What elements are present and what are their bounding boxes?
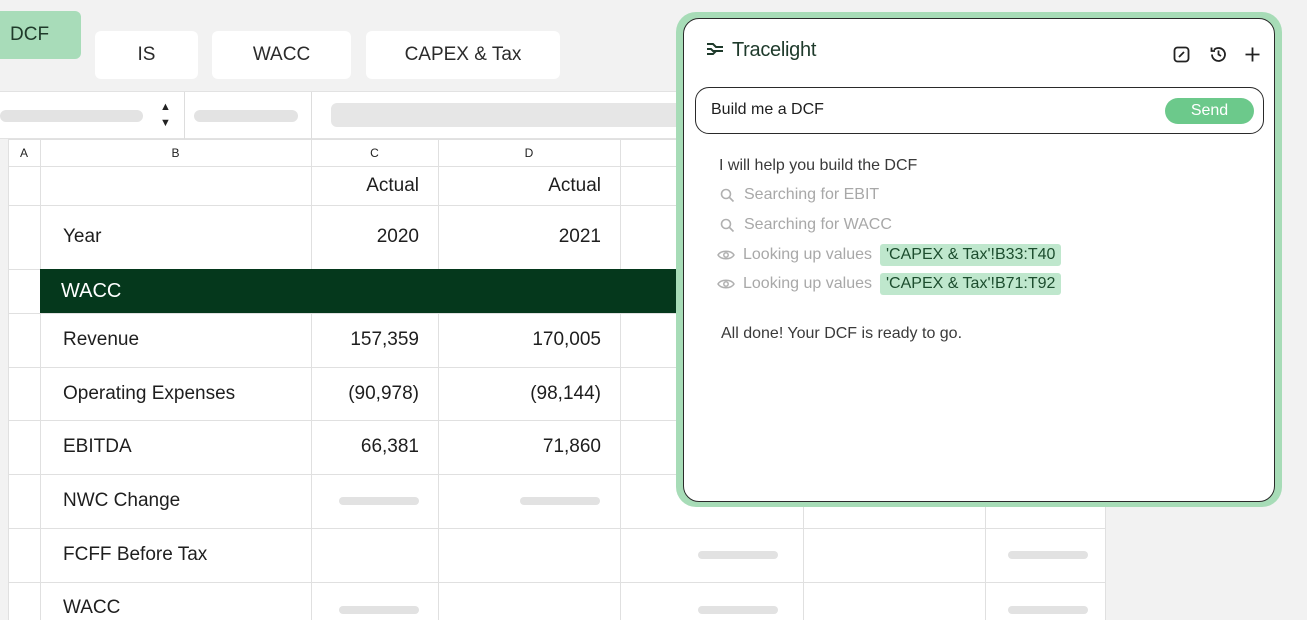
tab-wacc[interactable]: WACC — [212, 31, 351, 79]
loading-placeholder — [339, 497, 419, 505]
cell-c-operating-expenses[interactable]: (90,978) — [311, 367, 438, 420]
stepper-up-icon[interactable]: ▲ — [160, 99, 171, 115]
row-label-year[interactable]: Year — [40, 205, 311, 269]
loading-placeholder — [1008, 606, 1088, 614]
search-icon — [718, 186, 736, 204]
name-box[interactable] — [0, 110, 143, 122]
cell-d-ebitda[interactable]: 71,860 — [438, 420, 620, 474]
cell-c-year[interactable]: 2020 — [311, 205, 438, 269]
loading-placeholder — [339, 606, 419, 614]
row-stepper[interactable]: ▲ ▼ — [160, 99, 171, 131]
brand-name: Tracelight — [732, 39, 817, 61]
font-size-box[interactable] — [194, 110, 298, 122]
tab-is[interactable]: IS — [95, 31, 198, 79]
range-chip[interactable]: 'CAPEX & Tax'!B71:T92 — [879, 273, 1062, 295]
step-searching-wacc: Searching for WACC — [718, 216, 892, 234]
loading-placeholder — [1008, 551, 1088, 559]
edit-icon[interactable] — [1170, 43, 1192, 65]
step-lookup-1: Looking up values 'CAPEX & Tax'!B33:T40 — [717, 244, 1062, 266]
row-label-ebitda[interactable]: EBITDA — [40, 420, 311, 474]
col-header-d[interactable]: D — [438, 139, 620, 166]
col-header-b[interactable]: B — [40, 139, 311, 166]
loading-placeholder — [698, 606, 778, 614]
history-icon[interactable] — [1207, 43, 1229, 65]
cell-c-revenue[interactable]: 157,359 — [311, 313, 438, 367]
brand: Tracelight — [706, 39, 816, 62]
row-label-fcff-before-tax[interactable]: FCFF Before Tax — [40, 528, 311, 582]
assistant-panel: Tracelight Build me a DCF Send I will he… — [683, 18, 1275, 502]
cell-d-actual[interactable]: Actual — [438, 166, 620, 205]
tab-dcf[interactable]: DCF — [0, 11, 81, 59]
eye-icon — [717, 275, 735, 293]
step-lookup-2: Looking up values 'CAPEX & Tax'!B71:T92 — [717, 273, 1062, 295]
range-chip[interactable]: 'CAPEX & Tax'!B33:T40 — [879, 244, 1062, 266]
tracelight-logo-icon — [706, 39, 724, 62]
row-label-operating-expenses[interactable]: Operating Expenses — [40, 367, 311, 420]
section-band-label: WACC — [61, 279, 122, 302]
search-icon — [718, 216, 736, 234]
cell-c-ebitda[interactable]: 66,381 — [311, 420, 438, 474]
stepper-down-icon[interactable]: ▼ — [160, 115, 171, 131]
cell-d-operating-expenses[interactable]: (98,144) — [438, 367, 620, 420]
tab-capex-tax[interactable]: CAPEX & Tax — [366, 31, 560, 79]
cell-c-actual[interactable]: Actual — [311, 166, 438, 205]
cell-d-revenue[interactable]: 170,005 — [438, 313, 620, 367]
loading-placeholder — [520, 497, 600, 505]
loading-placeholder — [698, 551, 778, 559]
prompt-input-text[interactable]: Build me a DCF — [711, 88, 824, 132]
eye-icon — [717, 246, 735, 264]
send-button[interactable]: Send — [1165, 98, 1254, 124]
formula-toolbar: ▲ ▼ — [0, 91, 700, 139]
cell-d-year[interactable]: 2021 — [438, 205, 620, 269]
row-label-revenue[interactable]: Revenue — [40, 313, 311, 367]
row-label-nwc-change[interactable]: NWC Change — [40, 474, 311, 528]
assistant-intro: I will help you build the DCF — [719, 157, 918, 174]
formula-bar[interactable] — [331, 103, 691, 127]
col-header-c[interactable]: C — [311, 139, 438, 166]
row-label-wacc[interactable]: WACC — [40, 582, 311, 620]
assistant-done-message: All done! Your DCF is ready to go. — [721, 325, 963, 342]
prompt-input[interactable]: Build me a DCF Send — [695, 87, 1264, 134]
plus-icon[interactable] — [1241, 43, 1263, 65]
col-header-a[interactable]: A — [8, 139, 40, 166]
step-searching-ebit: Searching for EBIT — [718, 186, 879, 204]
